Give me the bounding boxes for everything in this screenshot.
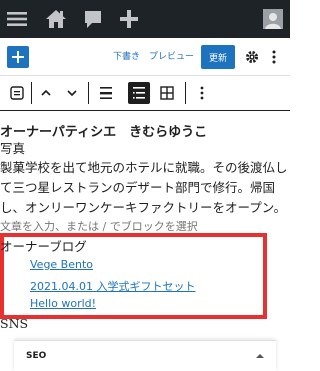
more-options-icon[interactable] [268, 49, 280, 65]
home-icon[interactable] [43, 0, 69, 38]
move-down-icon[interactable] [61, 82, 83, 104]
seo-panel[interactable]: SEO [14, 340, 276, 371]
admin-bar [0, 0, 290, 38]
owner-heading[interactable]: オーナーパティシエ きむらゆうこ [0, 121, 207, 140]
menu-icon[interactable] [4, 0, 30, 38]
caret-up-icon[interactable] [256, 353, 264, 359]
add-new-icon[interactable] [116, 0, 142, 38]
block-type-icon[interactable] [6, 82, 28, 104]
avatar[interactable] [262, 0, 284, 38]
list-icon[interactable] [128, 82, 150, 104]
settings-gear-icon[interactable] [244, 49, 260, 65]
editor-header: 下書き プレビュー 更新 [0, 38, 290, 76]
save-draft-button[interactable]: 下書き [113, 49, 140, 62]
bio-line[interactable]: 製菓学校を出て地元のホテルに就職。その後渡仏し [0, 158, 288, 178]
owner-blog-label: オーナーブログ [0, 239, 87, 254]
block-placeholder[interactable]: 文章を入力、または / でブロックを選択 [0, 218, 198, 234]
blog-link[interactable]: Vege Bento [30, 258, 93, 271]
block-toolbar [0, 76, 290, 111]
align-icon[interactable] [95, 82, 117, 104]
preview-button[interactable]: プレビュー [149, 49, 194, 62]
bio-line[interactable]: て三つ星レストランのデザート部門で修行。帰国 [0, 178, 275, 198]
sns-label[interactable]: SNS [0, 316, 28, 331]
block-inserter-button[interactable] [7, 46, 29, 68]
seo-panel-title: SEO [26, 351, 47, 361]
update-button[interactable]: 更新 [201, 45, 235, 69]
more-icon[interactable] [191, 82, 213, 104]
table-icon[interactable] [156, 82, 178, 104]
bio-line[interactable]: し、オンリーワンケーキファクトリーをオープン。 [0, 198, 286, 218]
block-inserter-icon [12, 51, 24, 63]
comment-icon[interactable] [80, 0, 106, 38]
blog-link[interactable]: 2021.04.01 入学式ギフトセット [30, 278, 195, 294]
photo-label[interactable]: 写真 [0, 139, 25, 159]
move-up-icon[interactable] [35, 82, 57, 104]
blog-link[interactable]: Hello world! [30, 297, 96, 310]
